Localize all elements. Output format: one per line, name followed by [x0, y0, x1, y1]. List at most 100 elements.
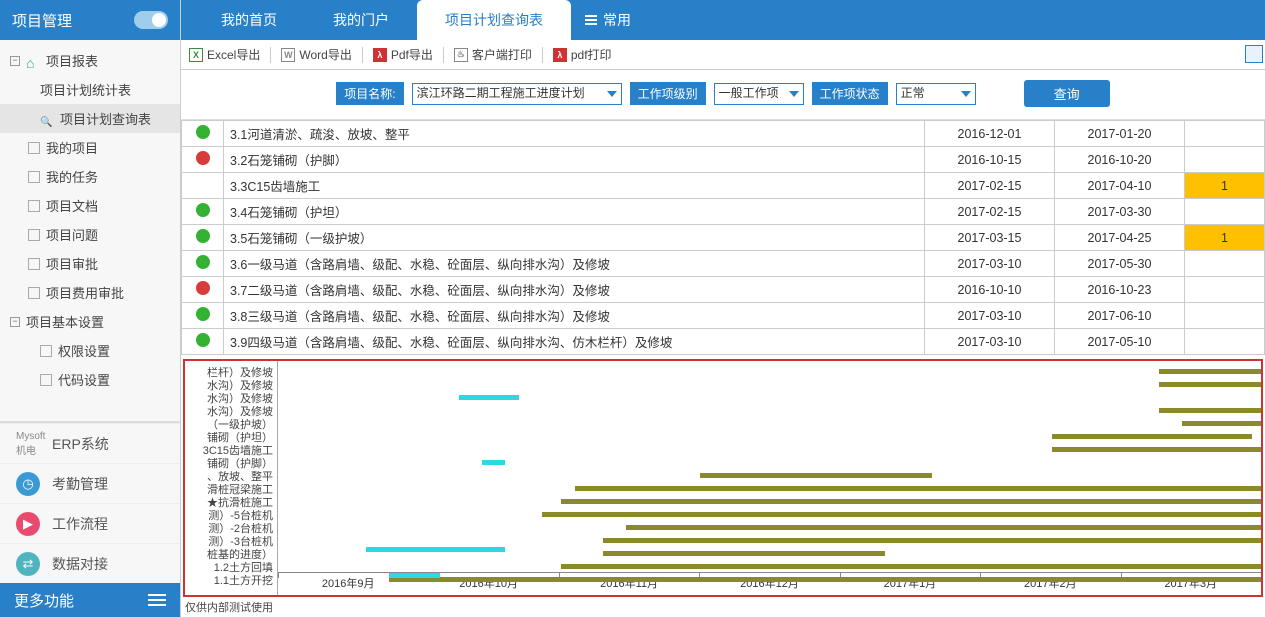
- table-row[interactable]: 3.5石笼铺砌（一级护坡）2017-03-152017-04-251: [182, 225, 1265, 251]
- table-row[interactable]: 3.8三级马道（含路肩墙、级配、水稳、砼面层、纵向排水沟）及修坡2017-03-…: [182, 303, 1265, 329]
- nav-perm[interactable]: 权限设置: [0, 336, 180, 365]
- tab-favorites[interactable]: 常用: [571, 0, 645, 40]
- tab-portal[interactable]: 我的门户: [305, 0, 417, 40]
- query-button[interactable]: 查询: [1024, 80, 1110, 107]
- input-value: 正常: [901, 86, 925, 100]
- export-excel[interactable]: XExcel导出: [189, 46, 260, 63]
- nav-my-tasks[interactable]: 我的任务: [0, 162, 180, 191]
- btn-label: Pdf导出: [391, 46, 433, 63]
- gantt-row-label: 桩基的进度）: [185, 549, 277, 562]
- module-label: 考勤管理: [52, 474, 108, 494]
- filter-label-name: 项目名称:: [336, 82, 403, 105]
- table-row[interactable]: 3.9四级马道（含路肩墙、级配、水稳、砼面层、纵向排水沟、仿木栏杆）及修坡201…: [182, 329, 1265, 355]
- gantt-panel: 栏杆）及修坡水沟）及修坡水沟）及修坡水沟）及修坡（一级护坡）铺砌（护坦）3C15…: [183, 359, 1263, 597]
- nav-issues[interactable]: 项目问题: [0, 220, 180, 249]
- nav-tree: − 项目报表 项目计划统计表 项目计划查询表 我的项目 我的任务 项目文档 项目…: [0, 40, 180, 421]
- nav-label: 我的任务: [46, 167, 98, 186]
- more-modules[interactable]: 更多功能: [0, 583, 180, 617]
- chevron-down-icon: [607, 91, 617, 97]
- table-row[interactable]: 3.1河道清淤、疏浚、放坡、整平2016-12-012017-01-20: [182, 121, 1265, 147]
- chevron-down-icon: [789, 91, 799, 97]
- module-erp[interactable]: Mysoft机电 ERP系统: [0, 423, 180, 463]
- nav-plan-query[interactable]: 项目计划查询表: [0, 104, 180, 133]
- client-print[interactable]: ♨客户端打印: [454, 46, 532, 63]
- chevron-down-icon: [961, 91, 971, 97]
- divider: [362, 47, 363, 63]
- nav-code[interactable]: 代码设置: [0, 365, 180, 394]
- start-date-cell: 2017-03-10: [925, 329, 1055, 355]
- name-cell: 3.2石笼铺砌（护脚）: [224, 147, 925, 173]
- divider: [270, 47, 271, 63]
- nav-plan-stats[interactable]: 项目计划统计表: [0, 75, 180, 104]
- gantt-row-label: 铺砌（护脚）: [185, 458, 277, 471]
- table-row[interactable]: 3.3C15齿墙施工2017-02-152017-04-101: [182, 173, 1265, 199]
- name-cell: 3.1河道清淤、疏浚、放坡、整平: [224, 121, 925, 147]
- module-workflow[interactable]: ▶ 工作流程: [0, 503, 180, 543]
- name-cell: 3.7二级马道（含路肩墙、级配、水稳、砼面层、纵向排水沟）及修坡: [224, 277, 925, 303]
- save-icon[interactable]: [1245, 45, 1263, 63]
- nav-label: 项目问题: [46, 225, 98, 244]
- export-pdf[interactable]: λ Pdf导出: [373, 46, 433, 63]
- flag-cell: 1: [1185, 173, 1265, 199]
- gantt-bar-actual: [603, 538, 1261, 543]
- table-row[interactable]: 3.4石笼铺砌（护坦）2017-02-152017-03-30: [182, 199, 1265, 225]
- gantt-row-label: 测）-5台桩机: [185, 510, 277, 523]
- gantt-bar-actual: [1159, 408, 1261, 413]
- module-attendance[interactable]: ◷ 考勤管理: [0, 463, 180, 503]
- status-dot-icon: [196, 229, 210, 243]
- gantt-bar-plan: [389, 573, 440, 578]
- tree-root-settings[interactable]: − 项目基本设置: [0, 307, 180, 336]
- gantt-bar-actual: [389, 577, 1261, 582]
- pdf-icon: λ: [373, 48, 387, 62]
- nav-cost-approval[interactable]: 项目费用审批: [0, 278, 180, 307]
- table-row[interactable]: 3.7二级马道（含路肩墙、级配、水稳、砼面层、纵向排水沟）及修坡2016-10-…: [182, 277, 1265, 303]
- collapse-icon[interactable]: −: [10, 317, 20, 327]
- status-cell: [182, 329, 224, 355]
- tab-home[interactable]: 我的首页: [193, 0, 305, 40]
- flag-cell: 1: [1185, 225, 1265, 251]
- start-date-cell: 2016-10-10: [925, 277, 1055, 303]
- gantt-chart: 2016年9月2016年10月2016年11月2016年12月2017年1月20…: [277, 361, 1261, 595]
- flag-cell: [1185, 303, 1265, 329]
- nav-my-projects[interactable]: 我的项目: [0, 133, 180, 162]
- table-row[interactable]: 3.6一级马道（含路肩墙、级配、水稳、砼面层、纵向排水沟）及修坡2017-03-…: [182, 251, 1265, 277]
- file-icon: [40, 374, 52, 386]
- work-level-select[interactable]: 一般工作项: [714, 83, 804, 105]
- btn-label: pdf打印: [571, 46, 612, 63]
- input-value: 滨江环路二期工程施工进度计划: [417, 86, 585, 100]
- module-label: 数据对接: [52, 554, 108, 574]
- nav-label: 项目文档: [46, 196, 98, 215]
- status-dot-icon: [196, 281, 210, 295]
- end-date-cell: 2017-04-10: [1055, 173, 1185, 199]
- gantt-row-label: 栏杆）及修坡: [185, 367, 277, 380]
- gantt-row-label: 测）-3台桩机: [185, 536, 277, 549]
- home-icon: [26, 55, 40, 67]
- gantt-bar-actual: [700, 473, 932, 478]
- name-cell: 3.9四级马道（含路肩墙、级配、水稳、砼面层、纵向排水沟、仿木栏杆）及修坡: [224, 329, 925, 355]
- gantt-bar-actual: [561, 564, 1261, 569]
- nav-approval[interactable]: 项目审批: [0, 249, 180, 278]
- module-data[interactable]: ⇄ 数据对接: [0, 543, 180, 583]
- tree-root-reports[interactable]: − 项目报表: [0, 46, 180, 75]
- collapse-icon[interactable]: −: [10, 56, 20, 66]
- tab-plan-query[interactable]: 项目计划查询表: [417, 0, 571, 40]
- sidebar: 项目管理 − 项目报表 项目计划统计表 项目计划查询表 我的项目 我的任务 项目…: [0, 0, 181, 617]
- work-status-select[interactable]: 正常: [896, 83, 976, 105]
- gantt-row-label: ★抗滑桩施工: [185, 497, 277, 510]
- pdf-print[interactable]: λpdf打印: [553, 46, 612, 63]
- project-name-select[interactable]: 滨江环路二期工程施工进度计划: [412, 83, 622, 105]
- status-cell: [182, 303, 224, 329]
- input-value: 一般工作项: [719, 86, 779, 100]
- status-dot-icon: [196, 255, 210, 269]
- gantt-bar-actual: [542, 512, 1261, 517]
- end-date-cell: 2016-10-23: [1055, 277, 1185, 303]
- sidebar-modules: Mysoft机电 ERP系统 ◷ 考勤管理 ▶ 工作流程 ⇄ 数据对接 更多功能: [0, 421, 180, 617]
- start-date-cell: 2016-10-15: [925, 147, 1055, 173]
- sidebar-toggle[interactable]: [134, 11, 168, 29]
- nav-docs[interactable]: 项目文档: [0, 191, 180, 220]
- divider: [542, 47, 543, 63]
- table-row[interactable]: 3.2石笼铺砌（护脚）2016-10-152016-10-20: [182, 147, 1265, 173]
- export-word[interactable]: WWord导出: [281, 46, 351, 63]
- file-icon: [40, 345, 52, 357]
- name-cell: 3.4石笼铺砌（护坦）: [224, 199, 925, 225]
